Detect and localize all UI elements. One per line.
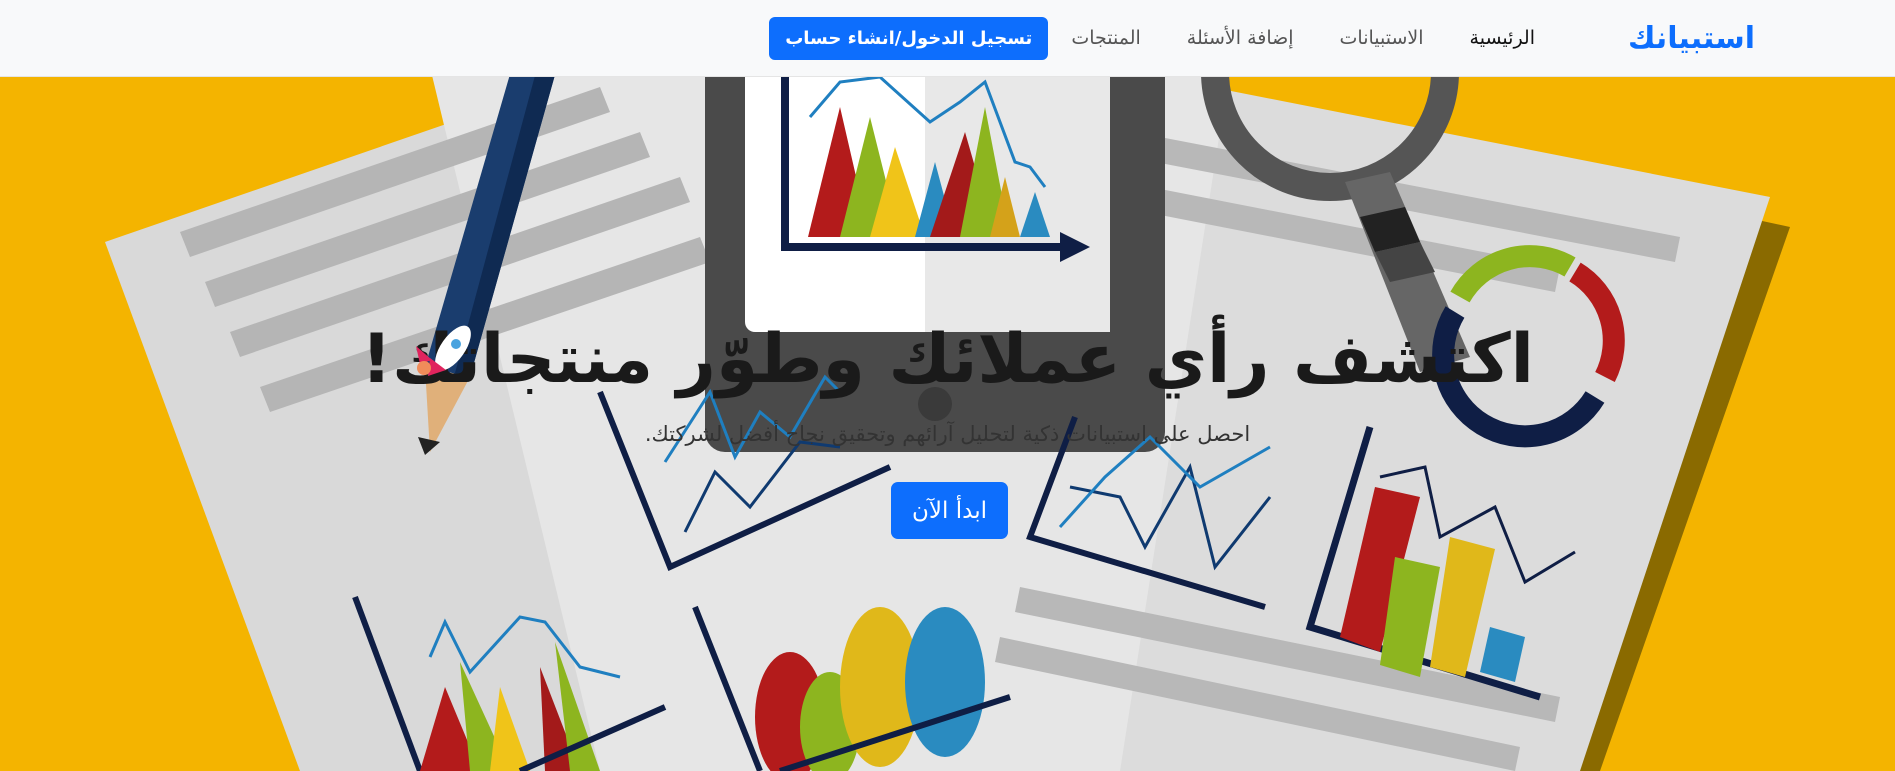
navbar: استبيانك الرئيسية الاستبيانات إضافة الأس… (0, 0, 1895, 77)
hero-title: اكتشف رأي عملائك وطوّر منتجاتك! (361, 320, 1534, 399)
nav-menu: الرئيسية الاستبيانات إضافة الأسئلة المنت… (769, 16, 1558, 60)
login-signup-button[interactable]: تسجيل الدخول/انشاء حساب (769, 16, 1049, 60)
rocket-icon (416, 325, 471, 376)
nav-item-add-questions[interactable]: إضافة الأسئلة (1164, 27, 1317, 49)
hero-subtitle: احصل على استبيانات ذكية لتحليل آرائهم وت… (644, 422, 1251, 446)
nav-item-surveys[interactable]: الاستبيانات (1317, 27, 1447, 49)
nav-item-products[interactable]: المنتجات (1048, 27, 1163, 49)
start-now-button[interactable]: ابدأ الآن (891, 482, 1008, 539)
nav-item-home[interactable]: الرئيسية (1447, 27, 1558, 49)
brand-logo[interactable]: استبيانك (1628, 21, 1755, 56)
